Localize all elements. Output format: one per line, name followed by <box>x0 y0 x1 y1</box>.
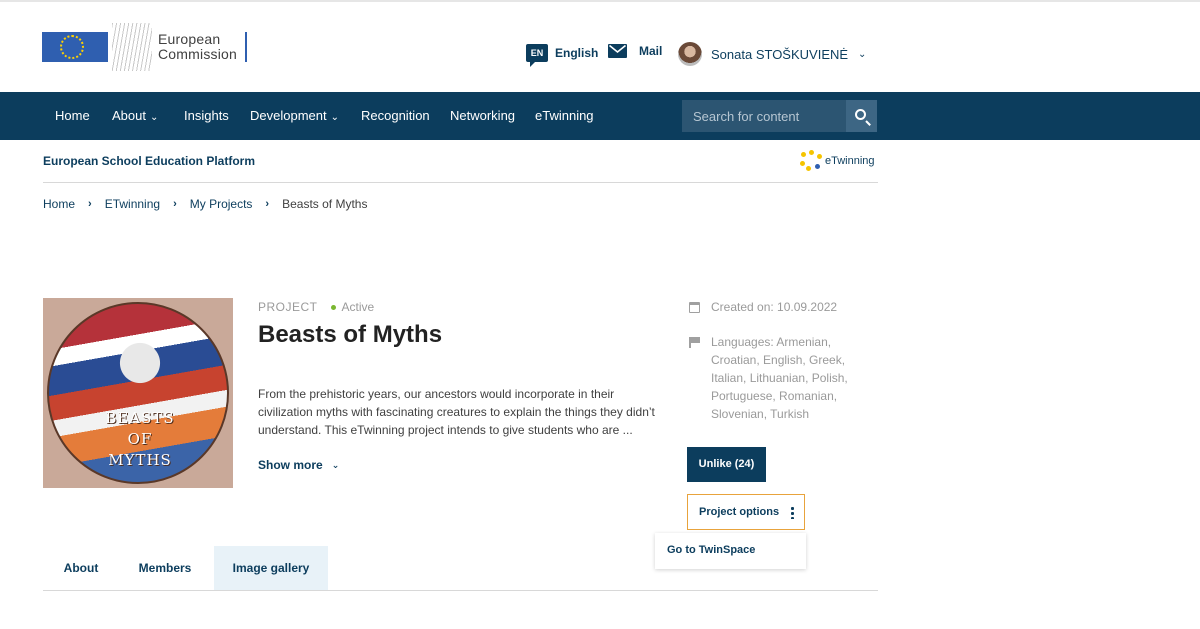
nav-item-networking[interactable]: Networking <box>450 108 515 123</box>
project-image-text: BEASTS OF MYTHS <box>105 409 175 469</box>
chevron-down-icon: ⌄ <box>330 112 339 123</box>
created-on: Created on: 10.09.2022 <box>689 300 837 314</box>
status-badge: Active <box>341 300 375 314</box>
etwinning-label: eTwinning <box>825 155 875 167</box>
language-code-icon: EN <box>526 44 548 67</box>
tabs-divider <box>43 590 878 591</box>
etwinning-stars-icon <box>800 150 824 172</box>
calendar-icon <box>689 301 700 313</box>
chevron-right-icon: › <box>265 198 270 210</box>
show-more-label: Show more <box>258 458 323 472</box>
search-input[interactable] <box>682 100 846 132</box>
show-more-button[interactable]: Show more ⌄ <box>258 458 339 472</box>
language-selector[interactable]: EN English <box>526 44 599 67</box>
logo-text: European Commission <box>158 32 237 62</box>
project-languages: Languages: Armenian, Croatian, English, … <box>689 333 851 423</box>
search-bar <box>682 100 877 132</box>
unlike-button[interactable]: Unlike (24) <box>687 447 766 482</box>
nav-item-development[interactable]: Development ⌄ <box>250 108 339 123</box>
dragon-drawing <box>105 328 175 398</box>
logo-bar <box>245 32 248 62</box>
search-button[interactable] <box>846 100 877 132</box>
user-name: Sonata STOŠKUVIENĖ <box>711 46 849 62</box>
project-type: PROJECT <box>258 300 318 314</box>
nav-item-about[interactable]: About ⌄ <box>112 108 158 123</box>
divider <box>43 182 878 183</box>
breadcrumb-home[interactable]: Home <box>43 197 75 211</box>
search-icon <box>855 109 866 120</box>
tab-members[interactable]: Members <box>119 546 211 590</box>
chevron-right-icon: › <box>173 198 177 210</box>
chevron-down-icon: ⌄ <box>858 48 867 60</box>
flag-icon <box>689 337 700 348</box>
nav-item-etwinning[interactable]: eTwinning <box>535 108 594 123</box>
logo-building-lines <box>112 23 152 71</box>
chevron-right-icon: › <box>88 198 92 210</box>
mail-icon <box>608 44 627 58</box>
language-label: English <box>555 46 599 60</box>
project-image: BEASTS OF MYTHS <box>43 298 233 488</box>
breadcrumb-my-projects[interactable]: My Projects <box>190 197 253 211</box>
page-title: Beasts of Myths <box>258 321 443 348</box>
nav-item-recognition[interactable]: Recognition <box>361 108 430 123</box>
breadcrumb-current: Beasts of Myths <box>282 197 368 211</box>
tab-image-gallery[interactable]: Image gallery <box>214 546 328 590</box>
etwinning-logo[interactable]: eTwinning <box>800 150 875 172</box>
chevron-down-icon: ⌄ <box>331 459 340 470</box>
user-menu[interactable]: Sonata STOŠKUVIENĖ ⌄ <box>678 42 866 66</box>
logo-line-2: Commission <box>158 46 238 62</box>
mail-label: Mail <box>639 44 663 58</box>
project-meta: PROJECT Active <box>258 300 374 314</box>
breadcrumb-etwinning[interactable]: ETwinning <box>105 197 160 211</box>
platform-title[interactable]: European School Education Platform <box>43 154 255 168</box>
project-options-button[interactable]: Project options <box>687 494 805 530</box>
logo-line-1: European <box>158 31 221 47</box>
mail-link[interactable]: Mail <box>608 44 662 58</box>
avatar <box>678 42 702 66</box>
nav-item-home[interactable]: Home <box>55 108 90 123</box>
languages-text: Languages: Armenian, Croatian, English, … <box>711 335 848 421</box>
status-dot-icon <box>330 304 336 310</box>
main-navigation: Home About ⌄ Insights Development ⌄ Recogn… <box>0 92 1200 140</box>
project-tabs: About Members Image gallery <box>43 546 878 590</box>
breadcrumb: Home › ETwinning › My Projects › Beasts … <box>43 197 367 211</box>
project-options-label: Project options <box>699 506 780 518</box>
tab-about[interactable]: About <box>43 546 119 590</box>
nav-item-insights[interactable]: Insights <box>184 108 229 123</box>
eu-flag-icon <box>42 32 108 62</box>
european-commission-logo[interactable]: European Commission <box>42 22 248 72</box>
site-header: European Commission EN English Mail Sona… <box>0 2 1200 92</box>
project-description: From the prehistoric years, our ancestor… <box>258 387 655 437</box>
chevron-down-icon: ⌄ <box>149 112 159 123</box>
created-on-text: Created on: 10.09.2022 <box>711 300 838 314</box>
kebab-menu-icon <box>791 505 795 519</box>
